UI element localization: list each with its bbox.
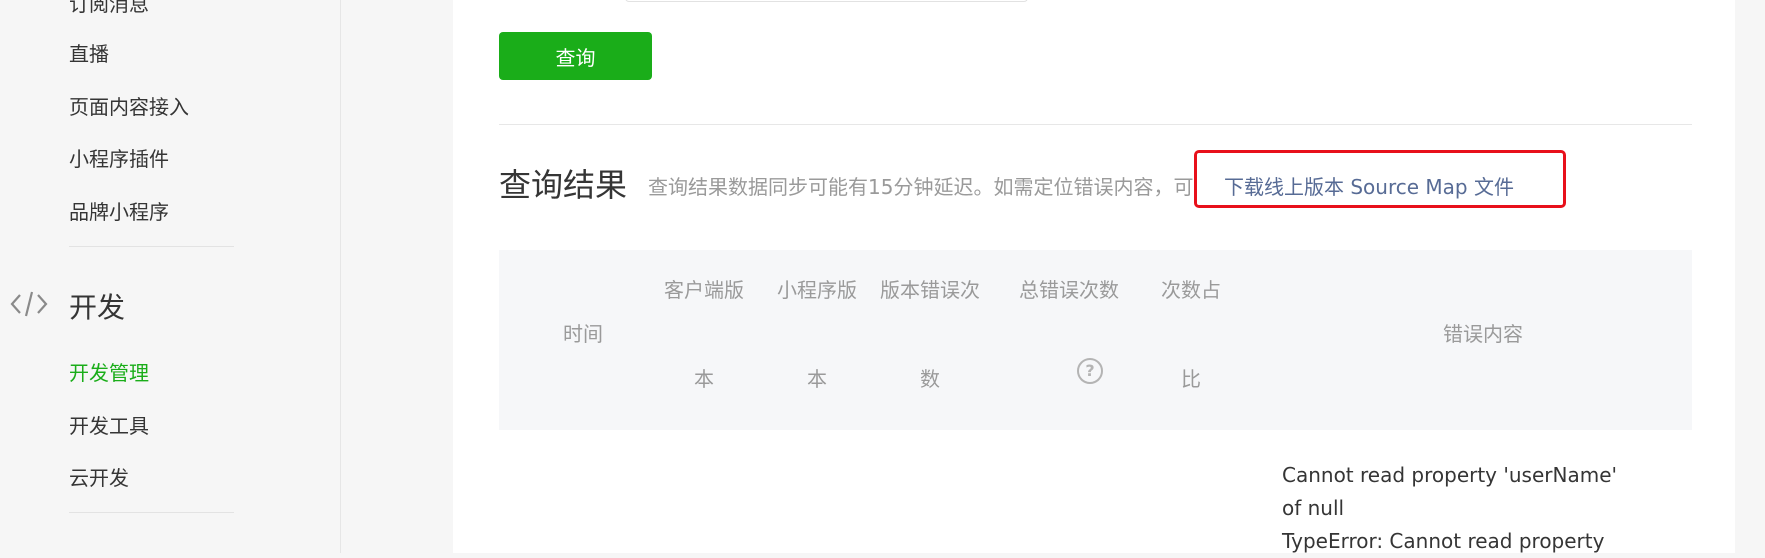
table-row-error-content: Cannot read property 'userName' of null …	[1282, 459, 1642, 558]
highlight-box	[1194, 150, 1566, 208]
sidebar-item-page-content[interactable]: 页面内容接入	[69, 91, 189, 120]
column-header-error-content: 错误内容	[1443, 322, 1523, 346]
result-hint: 查询结果数据同步可能有15分钟延迟。如需定位错误内容，可	[648, 175, 1194, 199]
filter-input[interactable]	[625, 0, 1028, 2]
error-line: Cannot read property 'userName'	[1282, 463, 1617, 487]
column-header-version-error-count: 版本错误次	[880, 278, 980, 302]
column-header-ratio: 次数占	[1161, 278, 1221, 302]
column-header-total-error-count: 总错误次数	[1019, 278, 1119, 302]
section-divider	[499, 124, 1692, 125]
sidebar-item-cloud-dev[interactable]: 云开发	[69, 462, 129, 491]
sidebar-item-brand[interactable]: 品牌小程序	[69, 196, 169, 225]
sidebar-item-plugin[interactable]: 小程序插件	[69, 143, 169, 172]
error-line: of null	[1282, 496, 1345, 520]
sidebar-separator	[340, 0, 454, 553]
sidebar-item-dev-tools[interactable]: 开发工具	[69, 410, 149, 439]
column-header-ratio-cont: 比	[1181, 367, 1201, 391]
code-icon	[10, 291, 48, 317]
table-header: 时间 客户端版 本 小程序版 本 版本错误次 数 总错误次数 ? 次数占 比 错…	[499, 250, 1692, 430]
column-header-time: 时间	[563, 322, 603, 346]
column-header-version-error-count-cont: 数	[920, 367, 940, 391]
help-icon[interactable]: ?	[1077, 358, 1103, 384]
result-title: 查询结果	[499, 166, 628, 204]
sidebar: 订阅消息 直播 页面内容接入 小程序插件 品牌小程序 开发 开发管理 开发工具 …	[0, 0, 340, 553]
sidebar-item-live[interactable]: 直播	[69, 38, 109, 67]
error-line: TypeError: Cannot read property	[1282, 529, 1605, 553]
query-button[interactable]: 查询	[499, 32, 652, 80]
sidebar-section-dev: 开发	[69, 291, 126, 324]
sidebar-divider	[69, 246, 234, 247]
sidebar-divider	[69, 512, 234, 513]
sidebar-item-dev-manage[interactable]: 开发管理	[69, 357, 149, 386]
main-panel: 查询 查询结果 查询结果数据同步可能有15分钟延迟。如需定位错误内容，可 下载线…	[453, 0, 1735, 553]
sidebar-item-subscribe-message[interactable]: 订阅消息	[69, 0, 149, 17]
